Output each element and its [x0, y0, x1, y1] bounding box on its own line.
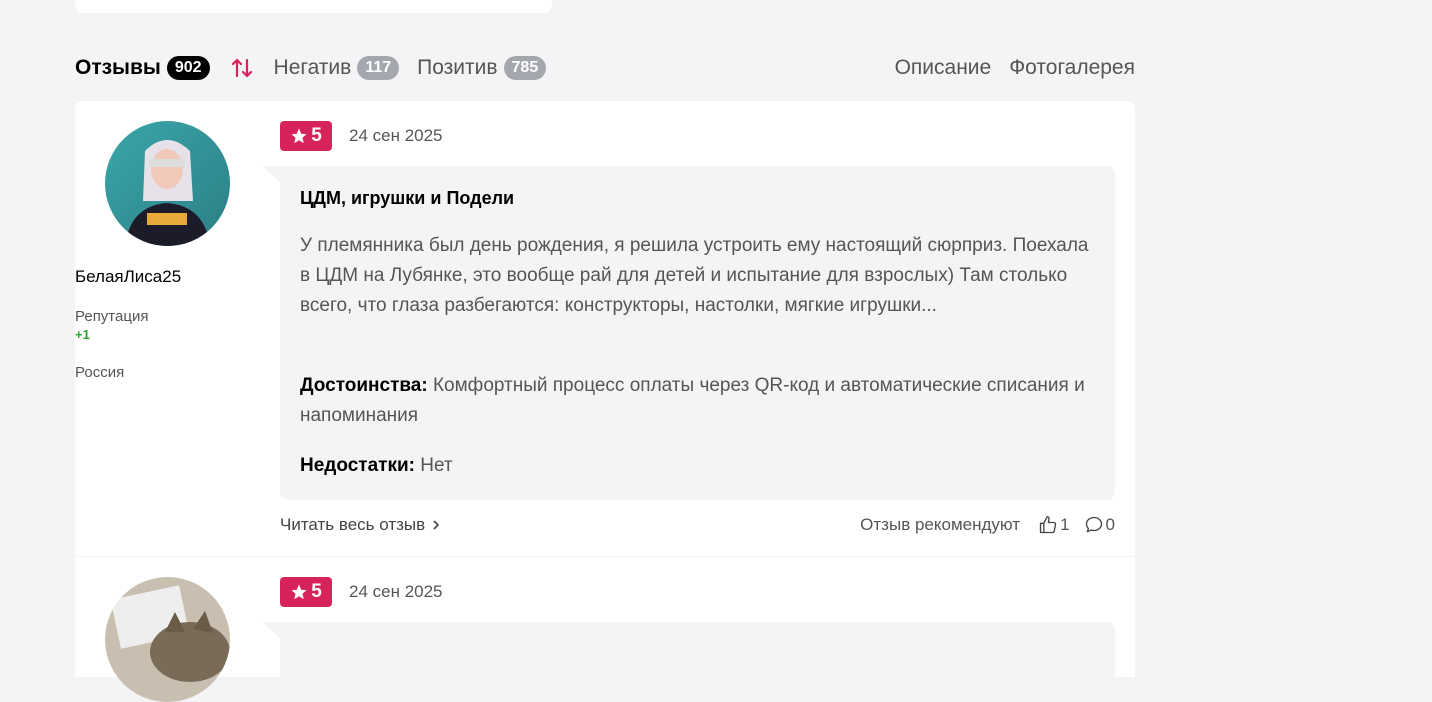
rating-value: 5 [311, 581, 322, 602]
read-more-label: Читать весь отзыв [280, 515, 426, 534]
tab-reviews-count: 902 [166, 56, 210, 80]
star-icon [291, 584, 307, 600]
comment-count: 0 [1105, 515, 1115, 534]
bubble-tail [262, 166, 280, 182]
review-text: У племянника был день рождения, я решила… [300, 235, 1089, 316]
chevron-right-icon [433, 520, 440, 530]
tab-negative[interactable]: Негатив 117 [274, 56, 400, 80]
star-icon [291, 128, 307, 144]
tab-positive-count: 785 [503, 56, 547, 80]
cons-label: Недостатки: [300, 455, 415, 476]
rating-value: 5 [311, 125, 322, 146]
review-cons: Недостатки: Нет [300, 451, 1100, 481]
rating-badge: 5 [280, 121, 332, 151]
recommend-label: Отзыв рекомендуют [860, 515, 1021, 534]
rating-badge: 5 [280, 577, 332, 607]
review-body: ЦДМ, игрушки и Подели У племянника был д… [280, 166, 1115, 500]
bubble-tail [262, 622, 280, 638]
like-button[interactable]: 1 [1038, 515, 1070, 535]
review-date: 24 сен 2025 [349, 126, 443, 145]
avatar[interactable] [105, 121, 230, 246]
review-date: 24 сен 2025 [349, 582, 443, 601]
review-body [280, 622, 1115, 682]
tab-positive[interactable]: Позитив 785 [417, 56, 547, 80]
cons-text: Нет [420, 455, 453, 476]
pros-label: Достоинства: [300, 375, 428, 396]
like-count: 1 [1060, 515, 1070, 534]
tab-reviews[interactable]: Отзывы 902 [75, 56, 210, 80]
tab-gallery[interactable]: Фотогалерея [1009, 56, 1135, 80]
reputation-label: Репутация [75, 308, 149, 325]
read-more-link[interactable]: Читать весь отзыв [280, 515, 441, 535]
author-name[interactable]: БелаяЛиса25 [75, 267, 259, 287]
tab-description[interactable]: Описание [895, 56, 992, 80]
review-tabs: Отзывы 902 Негатив 117 Позитив 785 Описа… [75, 52, 1135, 84]
tab-negative-label: Негатив [273, 56, 352, 79]
review-card: БелаяЛиса25 Репутация +1 Россия 5 24 сен… [75, 101, 1135, 556]
author-country: Россия [75, 364, 125, 381]
tab-positive-label: Позитив [417, 56, 498, 79]
review-title[interactable]: ЦДМ, игрушки и Подели [300, 188, 514, 209]
sort-icon[interactable] [230, 55, 256, 81]
review-pros: Достоинства: Комфортный процесс оплаты ч… [300, 371, 1100, 431]
thumbs-up-icon [1039, 516, 1057, 534]
comment-button[interactable]: 0 [1084, 515, 1115, 535]
review-card: 5 24 сен 2025 [75, 557, 1135, 702]
review-footer: Читать весь отзыв Отзыв рекомендуют 1 0 [280, 513, 1115, 537]
tab-reviews-label: Отзывы [75, 56, 161, 79]
tab-negative-count: 117 [357, 56, 400, 80]
previous-card [75, 0, 552, 13]
reputation-value: +1 [75, 327, 90, 342]
comment-icon [1085, 516, 1102, 533]
